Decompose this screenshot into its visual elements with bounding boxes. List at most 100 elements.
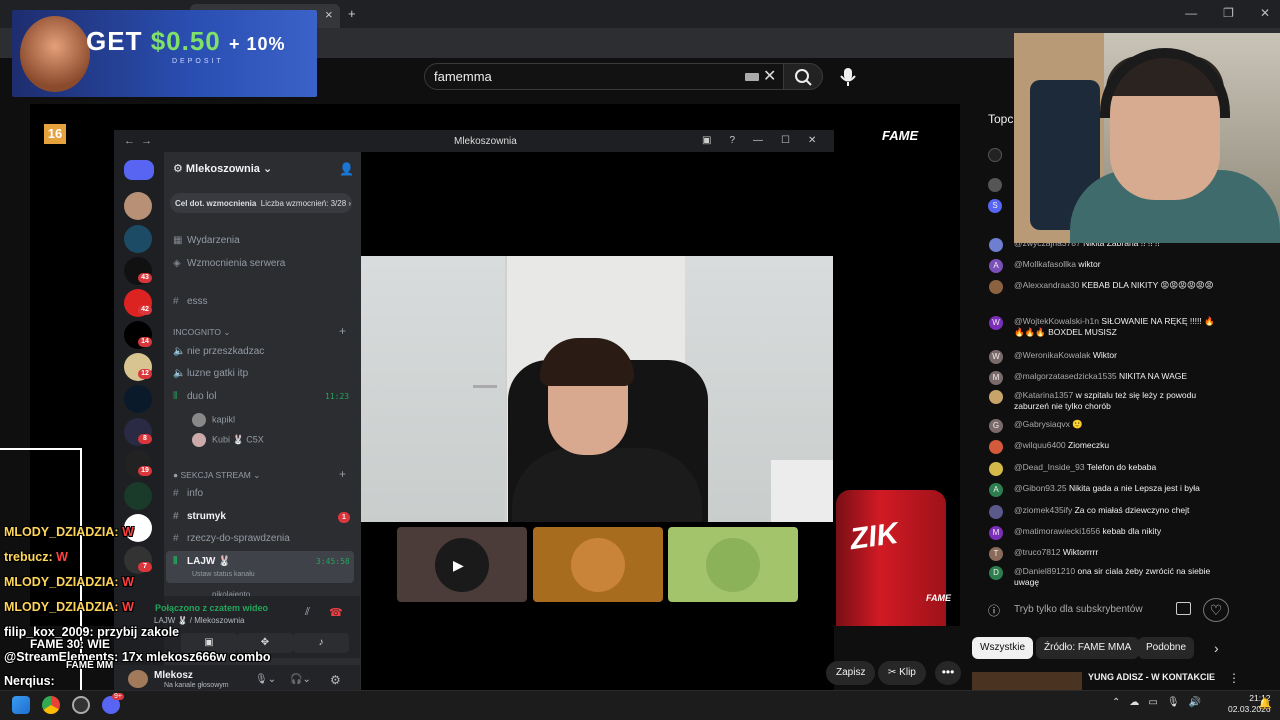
voice-timer: 3:45:58: [316, 557, 350, 566]
inbox-icon[interactable]: ▣: [702, 135, 711, 146]
keyboard-icon[interactable]: [745, 73, 759, 81]
server-name[interactable]: ⚙ Mlekoszownia ⌄: [173, 162, 272, 175]
system-tray[interactable]: ⌃☁▭🎙🔊: [1112, 697, 1210, 708]
video-thumbnail[interactable]: [972, 672, 1082, 690]
events-item[interactable]: ▦ Wydarzenia: [173, 235, 240, 246]
new-tab-button[interactable]: +: [348, 6, 356, 21]
voice-location[interactable]: LAJW 🐰 / Mlekoszownia: [154, 616, 244, 625]
overlay-text: 17x mlekosz666w combo: [121, 650, 271, 664]
maximize-icon[interactable]: ☐: [781, 135, 790, 146]
chat-message[interactable]: T @truco7812 Wiktorrrrr: [989, 547, 1217, 561]
voice-channel[interactable]: 🔈 nie przeszkadzac: [173, 346, 264, 357]
noise-suppression-icon[interactable]: ⫽: [305, 606, 310, 619]
chat-message[interactable]: G @Gabrysiaqvx 🙂: [989, 419, 1217, 433]
overlay-author: MLODY_DZIADZIA:: [4, 525, 119, 539]
camera-icon: ▶: [453, 557, 464, 573]
voice-member[interactable]: kapikl: [192, 413, 235, 427]
channel-info[interactable]: # info: [173, 488, 203, 499]
channel-status[interactable]: Ustaw status kanału: [192, 571, 255, 578]
boosts-item[interactable]: ◈ Wzmocnienia serwera: [173, 258, 285, 269]
boosts-label: Wzmocnienia serwera: [187, 258, 286, 269]
settings-gear-icon[interactable]: ⚙: [330, 673, 341, 687]
headphones-icon[interactable]: 🎧⌄: [290, 674, 311, 685]
tab-close-icon[interactable]: ×: [325, 7, 333, 22]
chat-message[interactable]: @Dead_Inside_93 Telefon do kebaba: [989, 462, 1217, 476]
server-icon[interactable]: [124, 192, 152, 220]
chat-message[interactable]: M @malgorzatasedzicka1535 NIKITA NA WAGE: [989, 371, 1217, 385]
disconnect-icon[interactable]: ☎: [329, 606, 343, 619]
chat-message[interactable]: @Alexxandraa30 KEBAB DLA NIKITY 😡😡😡😡😡😡: [989, 280, 1217, 294]
chat-message[interactable]: M @matimorawiecki1656 kebab dla nikity: [989, 526, 1217, 540]
chip-source[interactable]: Źródło: FAME MMA: [1036, 637, 1140, 659]
category-incognito[interactable]: INCOGNITO ⌄: [173, 327, 231, 338]
chat-message[interactable]: @ziomek435ify Za co miałaś dziewczyno ch…: [989, 505, 1217, 519]
overlay-text: W: [122, 600, 134, 614]
info-icon[interactable]: ⓘ: [988, 602, 1000, 619]
voice-member[interactable]: Kubi 🐰 C5X: [192, 433, 264, 447]
minimize-icon[interactable]: —: [753, 135, 763, 146]
windows-start-icon[interactable]: [12, 696, 30, 714]
chat-message[interactable]: A @Mollkafasollka wiktor: [989, 259, 1217, 273]
hash-icon: #: [173, 488, 179, 499]
avatar[interactable]: [128, 670, 148, 688]
search-button[interactable]: [783, 63, 823, 90]
door-handle: [473, 385, 497, 388]
voice-search-button[interactable]: [836, 63, 860, 90]
clip-button[interactable]: ✂ Klip: [878, 661, 926, 685]
channel-esss[interactable]: # esss: [173, 296, 208, 307]
channel-rzeczy[interactable]: # rzeczy-do-sprawdzenia: [173, 533, 290, 544]
chat-message[interactable]: @Katarina1357 w szpitalu też się leży z …: [989, 390, 1217, 412]
microphone-icon[interactable]: 🎙⌄: [255, 674, 276, 685]
chip-all[interactable]: Wszystkie: [972, 637, 1033, 659]
voice-channel[interactable]: 🔈 luzne gatki itp: [173, 368, 248, 379]
notification-bell-icon[interactable]: 🔔: [1258, 697, 1272, 710]
save-button[interactable]: Zapisz: [826, 661, 876, 685]
more-actions-button[interactable]: •••: [935, 661, 961, 685]
unread-badge: 8: [138, 434, 152, 444]
video-menu-icon[interactable]: ⋮: [1228, 671, 1240, 685]
server-icon[interactable]: [124, 482, 152, 510]
super-chat-icon[interactable]: [1176, 602, 1191, 615]
clear-search-icon[interactable]: ✕: [763, 66, 776, 86]
help-icon[interactable]: ?: [729, 135, 735, 146]
channel-strumyk[interactable]: # strumyk: [173, 511, 226, 522]
participant-tile[interactable]: [533, 527, 663, 602]
chevron-right-icon[interactable]: ›: [1214, 640, 1219, 656]
voice-channel-active[interactable]: ⦀ duo lol: [173, 391, 216, 402]
add-channel-icon[interactable]: +: [339, 467, 346, 481]
chat-message[interactable]: D @Daniel891210 ona sir ciala żeby zwróci…: [989, 566, 1217, 588]
close-icon[interactable]: ✕: [808, 135, 816, 146]
casino-ad-banner[interactable]: GET $0.50 + 10% DEPOSIT: [12, 10, 317, 97]
unread-badge: 42: [138, 305, 152, 315]
discord-home-icon[interactable]: [124, 160, 154, 180]
chat-header[interactable]: Topc: [988, 112, 1013, 126]
chip-related[interactable]: Podobne: [1138, 637, 1195, 659]
maximize-icon[interactable]: ❐: [1223, 6, 1234, 20]
category-stream[interactable]: ● SEKCJA STREAM ⌄: [173, 470, 260, 481]
author-name: @ziomek435ify: [1014, 505, 1073, 515]
chrome-icon[interactable]: [42, 696, 60, 714]
add-member-icon[interactable]: 👤: [339, 162, 354, 176]
video-title[interactable]: YUNG ADISZ - W KONTAKCIE: [1088, 672, 1215, 682]
voice-channel-lajw[interactable]: ⦀ LAJW 🐰: [173, 556, 231, 567]
chat-message[interactable]: A @Gibon93.25 Nikita gada a nie Lepsza je…: [989, 483, 1217, 497]
soundboard-button[interactable]: ♪: [293, 633, 349, 653]
participant-tile[interactable]: [668, 527, 798, 602]
server-icon[interactable]: [124, 385, 152, 413]
heart-icon[interactable]: ♡: [1203, 598, 1229, 622]
boost-goal-text: Cel dot. wzmocnienia Liczba wzmocnień: 3…: [175, 199, 352, 208]
minimize-icon[interactable]: —: [1185, 6, 1197, 20]
server-icon[interactable]: [124, 225, 152, 253]
message-body: @Mollkafasollka wiktor: [1014, 259, 1217, 270]
chat-input[interactable]: Tryb tylko dla subskrybentów: [1014, 604, 1143, 615]
chat-message[interactable]: @wilquu6400 Ziomeczku: [989, 440, 1217, 454]
chat-message[interactable]: W @WojtekKowalski-h1n SIŁOWANIE NA RĘKĘ !…: [989, 316, 1217, 338]
channel-label: esss: [187, 296, 208, 307]
search-input[interactable]: famemma: [434, 69, 492, 84]
participant-tile[interactable]: ▶: [397, 527, 527, 602]
obs-icon[interactable]: [72, 696, 90, 714]
add-channel-icon[interactable]: +: [339, 324, 346, 338]
discord-nav-arrows[interactable]: ← →: [124, 135, 152, 147]
chat-message[interactable]: W @WeronikaKowalak Wiktor: [989, 350, 1217, 364]
close-icon[interactable]: ✕: [1260, 6, 1270, 20]
